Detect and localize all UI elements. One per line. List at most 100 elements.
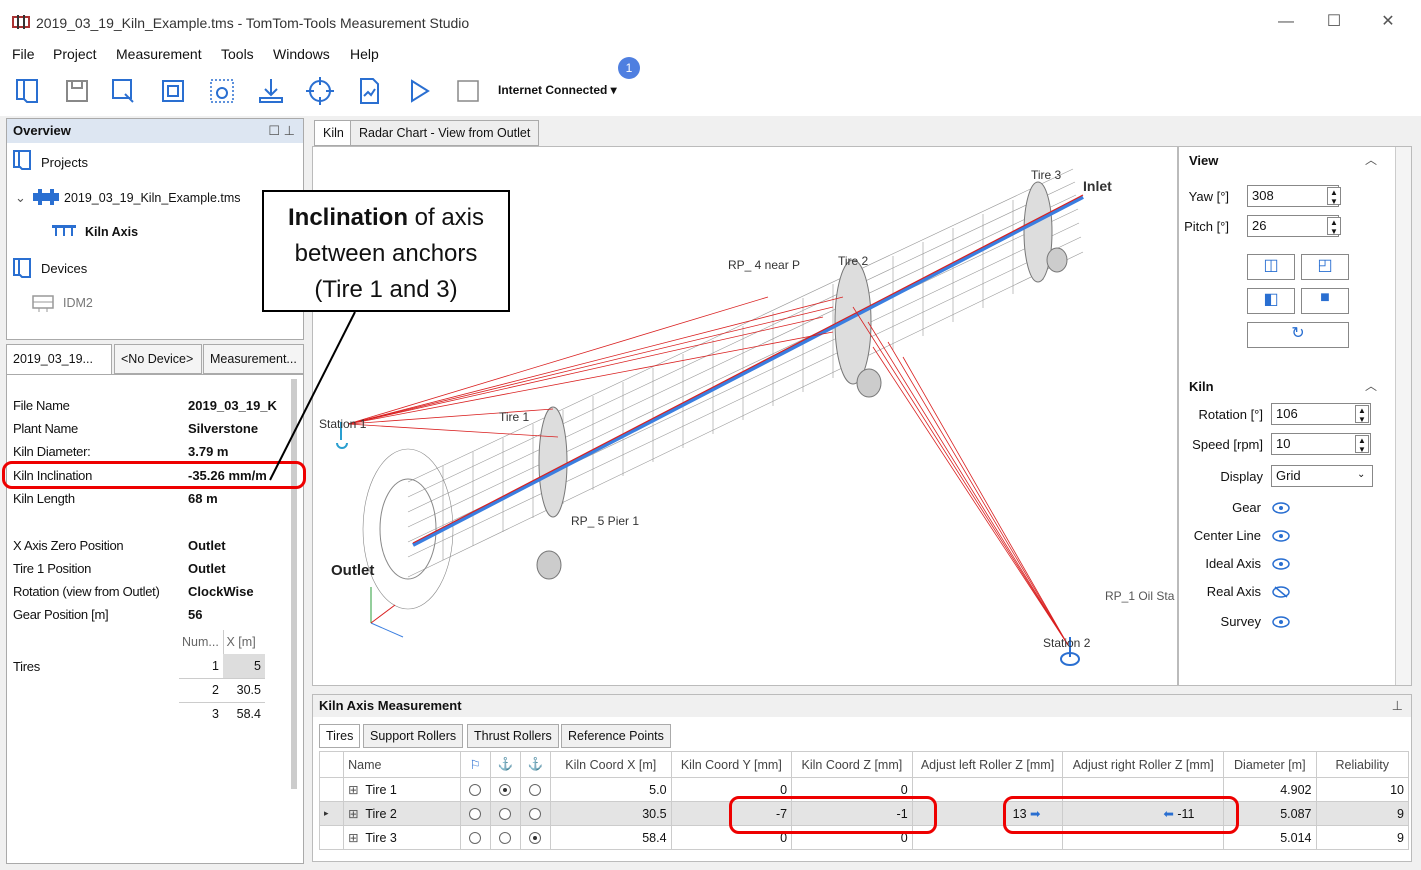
new-project-icon[interactable] bbox=[12, 76, 42, 106]
anchor-radio[interactable] bbox=[469, 832, 482, 845]
speed-spinner[interactable]: ▲ ▼ bbox=[1355, 435, 1369, 454]
col-coord-x[interactable]: Kiln Coord X [m] bbox=[550, 751, 672, 778]
chevron-down-icon[interactable]: ⌄ bbox=[1357, 469, 1365, 480]
download-icon[interactable] bbox=[256, 76, 286, 106]
anchor-radio-cell[interactable] bbox=[459, 777, 491, 802]
tire-name-cell[interactable]: ⊞ Tire 2 bbox=[343, 801, 461, 826]
yaw-spinner[interactable]: ▲ ▼ bbox=[1327, 187, 1341, 206]
anchor-radio[interactable] bbox=[499, 808, 512, 821]
cell[interactable]: 30.5 bbox=[223, 678, 265, 703]
tire-name-cell[interactable]: ⊞ Tire 1 bbox=[343, 777, 461, 802]
tab-reference-points[interactable]: Reference Points bbox=[561, 724, 671, 748]
ideal-axis-line bbox=[412, 194, 1084, 544]
internet-status-dropdown[interactable]: Internet Connected ▾ bbox=[498, 83, 617, 97]
view-tabs: Kiln Radar Chart - View from Outlet bbox=[312, 118, 1412, 146]
eye-icon[interactable] bbox=[1272, 616, 1290, 628]
col-x: X [m] bbox=[226, 635, 256, 649]
play-icon[interactable] bbox=[404, 76, 434, 106]
cell: 10 bbox=[1315, 777, 1409, 802]
anchor-radio-cell[interactable] bbox=[519, 825, 552, 850]
tab-project-props[interactable]: 2019_03_19... bbox=[6, 344, 112, 374]
anchor-radio[interactable] bbox=[529, 808, 542, 821]
tire-name-cell[interactable]: ⊞ Tire 3 bbox=[343, 825, 461, 850]
close-button[interactable]: ✕ bbox=[1368, 8, 1408, 36]
view-side-button[interactable]: ◰ bbox=[1301, 254, 1349, 280]
title-bar: 2019_03_19_Kiln_Example.tms - TomTom-Too… bbox=[0, 0, 1421, 44]
anchor-radio[interactable] bbox=[469, 808, 482, 821]
anchor-radio-cell[interactable] bbox=[459, 825, 491, 850]
anchor-radio-cell[interactable] bbox=[489, 825, 521, 850]
pitch-input[interactable]: 26 bbox=[1247, 215, 1339, 237]
cell[interactable]: 5 bbox=[223, 654, 265, 679]
anchor-radio-cell[interactable] bbox=[519, 777, 552, 802]
toggle-label: Gear bbox=[1232, 500, 1261, 515]
view-section-title: View bbox=[1189, 153, 1219, 168]
tab-radar-chart[interactable]: Radar Chart - View from Outlet bbox=[350, 120, 540, 146]
panel-scrollbar[interactable] bbox=[1395, 147, 1411, 685]
tree-devices[interactable]: Devices bbox=[41, 261, 87, 276]
tree-device-idm2[interactable]: IDM2 bbox=[63, 296, 93, 310]
anchor-radio[interactable] bbox=[469, 784, 482, 797]
col-name[interactable]: Name bbox=[343, 751, 461, 778]
menu-file[interactable]: File bbox=[12, 46, 35, 62]
menu-windows[interactable]: Windows bbox=[273, 46, 330, 62]
callout-text: of axis bbox=[407, 204, 485, 231]
view-front-button[interactable]: ◫ bbox=[1247, 254, 1295, 280]
col-coord-z[interactable]: Kiln Coord Z [mm] bbox=[791, 751, 913, 778]
menu-measurement[interactable]: Measurement bbox=[116, 46, 202, 62]
save-as-icon[interactable] bbox=[109, 76, 139, 106]
view-iso-button[interactable]: ■ bbox=[1301, 288, 1349, 314]
collapse-chevron-icon[interactable]: ︿ bbox=[1365, 377, 1377, 394]
tab-no-device[interactable]: <No Device> bbox=[114, 344, 202, 374]
reset-view-button[interactable]: ↻ bbox=[1247, 322, 1349, 348]
col-adjust-left[interactable]: Adjust left Roller Z [mm] bbox=[911, 751, 1064, 778]
tab-kiln[interactable]: Kiln bbox=[314, 120, 353, 146]
cell: 9 bbox=[1315, 825, 1409, 850]
tab-support-rollers[interactable]: Support Rollers bbox=[363, 724, 464, 748]
eye-off-icon[interactable] bbox=[1272, 586, 1290, 598]
rotation-spinner[interactable]: ▲ ▼ bbox=[1355, 405, 1369, 424]
kiln-axis-icon bbox=[52, 225, 76, 236]
eye-icon[interactable] bbox=[1272, 530, 1290, 542]
report-icon[interactable] bbox=[354, 76, 384, 106]
anchor-radio-cell[interactable] bbox=[519, 801, 552, 826]
yaw-input[interactable]: 308 bbox=[1247, 185, 1339, 207]
callout-pointer bbox=[269, 311, 356, 481]
eye-icon[interactable] bbox=[1272, 558, 1290, 570]
col-diameter[interactable]: Diameter [m] bbox=[1223, 751, 1317, 778]
col-coord-y[interactable]: Kiln Coord Y [mm] bbox=[670, 751, 793, 778]
anchor-radio[interactable] bbox=[529, 784, 542, 797]
collapse-chevron-icon[interactable]: ︿ bbox=[1365, 151, 1377, 168]
stop-icon[interactable] bbox=[453, 76, 483, 106]
maximize-button[interactable]: ☐ bbox=[1314, 8, 1354, 36]
tab-tires[interactable]: Tires bbox=[319, 724, 361, 748]
menu-tools[interactable]: Tools bbox=[221, 46, 254, 62]
cell[interactable]: 58.4 bbox=[223, 702, 265, 726]
tree-projects[interactable]: Projects bbox=[41, 155, 88, 170]
pitch-spinner[interactable]: ▲ ▼ bbox=[1327, 217, 1341, 236]
anchor-radio-cell[interactable] bbox=[459, 801, 491, 826]
expand-chevron-icon[interactable]: ⌄ bbox=[15, 190, 26, 206]
anchor-radio[interactable] bbox=[499, 784, 512, 797]
station-1-rays bbox=[347, 296, 844, 438]
anchor-radio[interactable] bbox=[499, 832, 512, 845]
col-adjust-right[interactable]: Adjust right Roller Z [mm] bbox=[1062, 751, 1225, 778]
tree-kiln-axis[interactable]: Kiln Axis bbox=[85, 225, 138, 239]
menu-project[interactable]: Project bbox=[53, 46, 97, 62]
minimize-button[interactable]: — bbox=[1266, 8, 1306, 36]
export-icon[interactable] bbox=[158, 76, 188, 106]
tab-thrust-rollers[interactable]: Thrust Rollers bbox=[467, 724, 559, 748]
col-reliability[interactable]: Reliability bbox=[1315, 751, 1409, 778]
anchor-radio-cell[interactable] bbox=[489, 777, 521, 802]
target-icon[interactable] bbox=[305, 76, 335, 106]
notification-badge[interactable]: 1 bbox=[618, 57, 640, 79]
tree-project-file[interactable]: 2019_03_19_Kiln_Example.tms bbox=[64, 191, 241, 205]
eye-icon[interactable] bbox=[1272, 502, 1290, 514]
view-top-button[interactable]: ◧ bbox=[1247, 288, 1295, 314]
anchor-radio-cell[interactable] bbox=[489, 801, 521, 826]
anchor-radio[interactable] bbox=[529, 832, 542, 845]
menu-help[interactable]: Help bbox=[350, 46, 379, 62]
save-icon[interactable] bbox=[62, 76, 92, 106]
camera-icon[interactable] bbox=[207, 76, 237, 106]
view-settings-panel: View ︿ Yaw [°] 308 ▲ ▼ Pitch [°] 26 ▲ ▼ ◫ … bbox=[1178, 146, 1412, 686]
